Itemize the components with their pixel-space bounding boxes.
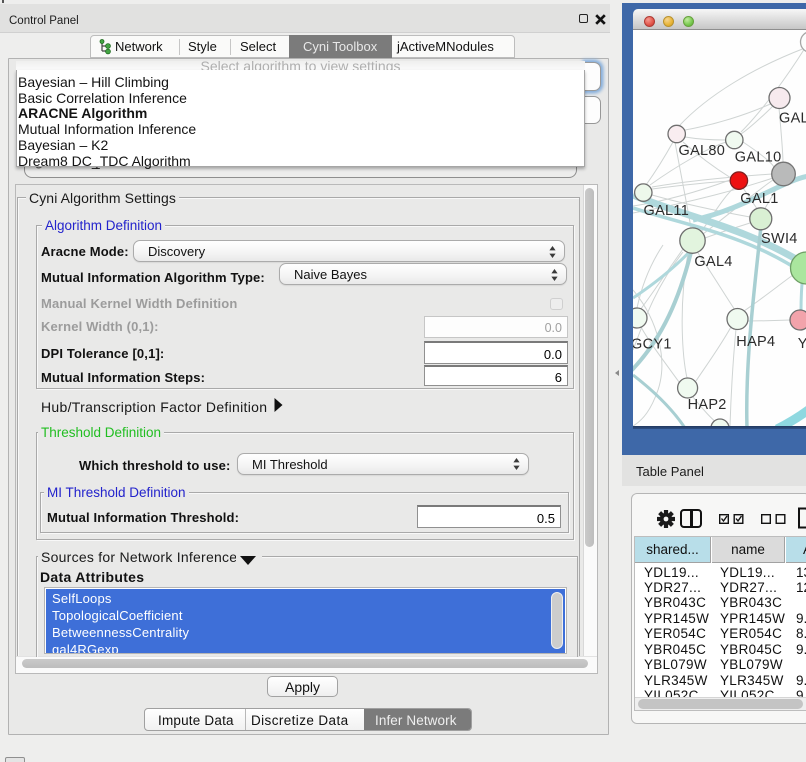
svg-text:GAL80: GAL80 bbox=[679, 143, 726, 159]
svg-text:GAL1: GAL1 bbox=[740, 191, 778, 207]
svg-text:GAL11: GAL11 bbox=[644, 203, 690, 219]
svg-text:GAL2: GAL2 bbox=[779, 111, 806, 127]
svg-text:GAL4: GAL4 bbox=[694, 254, 732, 270]
svg-text:GAL10: GAL10 bbox=[735, 150, 782, 166]
svg-text:GCY1: GCY1 bbox=[633, 337, 672, 353]
svg-text:SWI4: SWI4 bbox=[761, 231, 798, 247]
svg-text:YM: YM bbox=[798, 336, 806, 352]
svg-text:HAP2: HAP2 bbox=[688, 397, 727, 413]
svg-text:HAP4: HAP4 bbox=[736, 334, 775, 350]
